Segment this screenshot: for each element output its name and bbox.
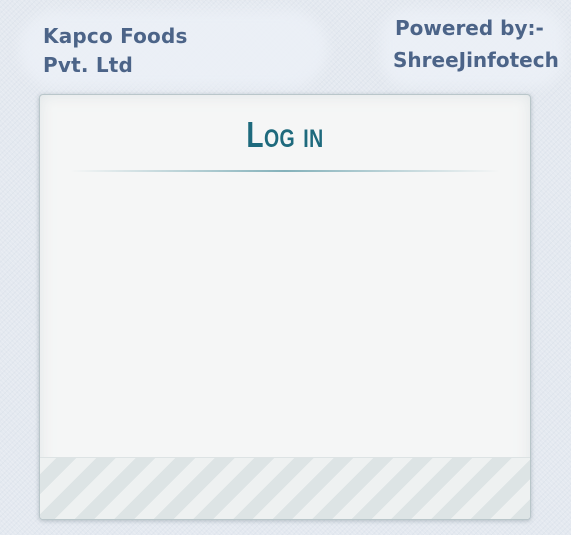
login-panel: Log in [39,94,531,520]
powered-by-label: Powered by:- [395,16,544,40]
login-panel-footer [40,457,530,519]
login-form-body [40,185,530,459]
company-name-line1: Kapco Foods [43,24,188,48]
title-divider [70,170,500,172]
login-title: Log in [246,114,324,155]
powered-by-brand: ShreeJinfotech [393,48,559,72]
company-name: Kapco Foods Pvt. Ltd [43,22,188,80]
company-name-line2: Pvt. Ltd [43,53,134,77]
